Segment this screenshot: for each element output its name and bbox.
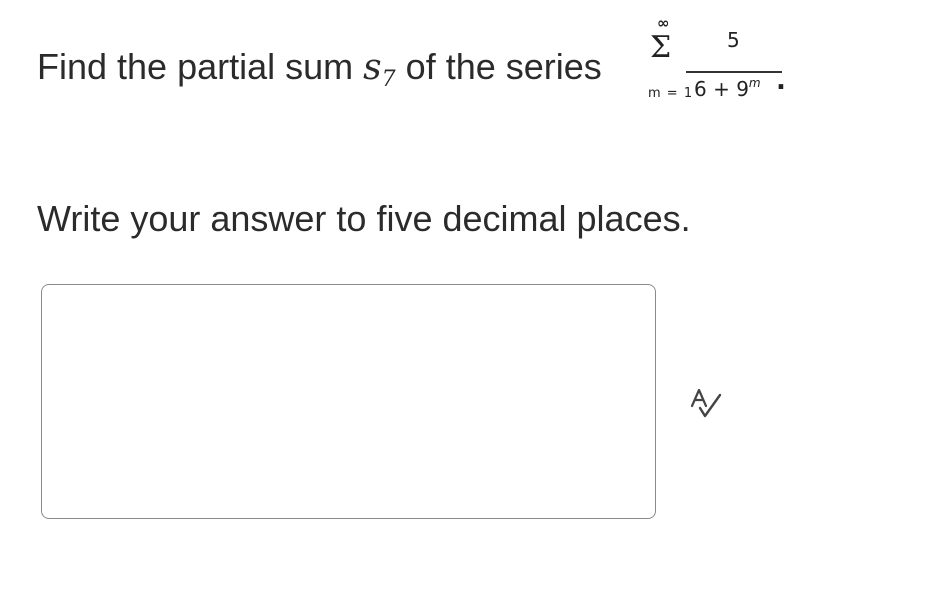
series-period: . — [776, 66, 786, 96]
sigma-symbol: Σ — [650, 30, 672, 65]
denominator-exponent: m — [748, 76, 761, 90]
instruction-text: Write your answer to five decimal places… — [37, 198, 691, 239]
series-denominator: 6 + 9m — [694, 76, 761, 101]
series-numerator: 5 — [727, 28, 740, 52]
fraction-bar — [686, 71, 782, 73]
question-prefix: Find the partial sum — [37, 46, 354, 87]
question-text: Find the partial sum s7 of the series — [37, 44, 602, 103]
question-suffix: of the series — [405, 46, 602, 87]
partial-sum-symbol: s7 — [363, 47, 395, 92]
series-lower-limit: m = 1 — [648, 86, 694, 101]
spellcheck-icon[interactable] — [686, 386, 726, 422]
series-expression: ∞ Σ m = 1 5 6 + 9m . — [646, 14, 786, 104]
denominator-base: 6 + 9 — [694, 77, 749, 101]
answer-input[interactable] — [41, 284, 656, 519]
partial-sum-subscript: 7 — [381, 67, 396, 92]
partial-sum-letter: s — [363, 47, 382, 88]
